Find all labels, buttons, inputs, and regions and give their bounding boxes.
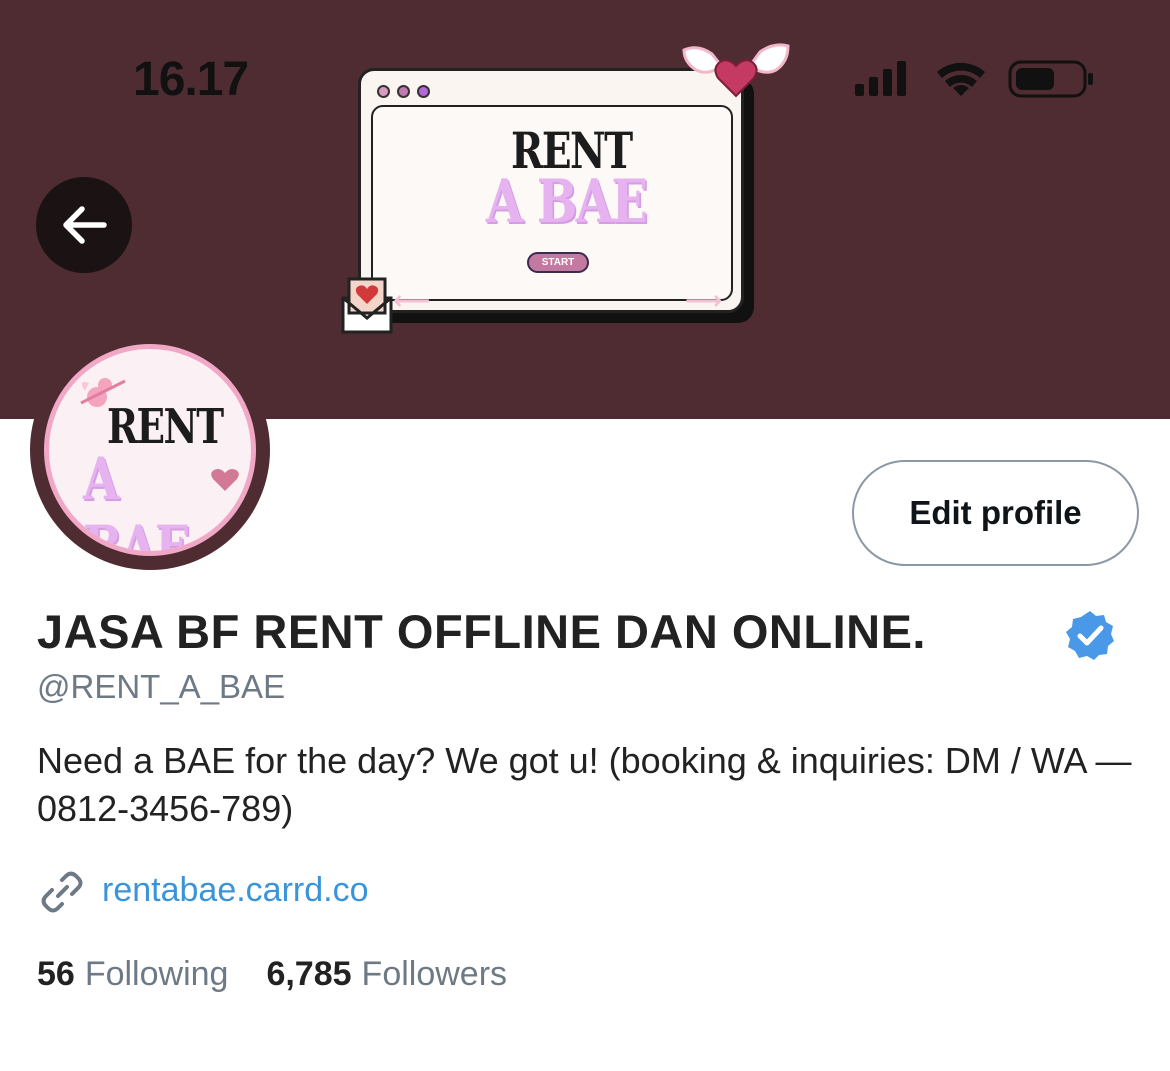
profile-website-link[interactable]: rentabae.carrd.co	[102, 871, 369, 910]
back-arrow-icon	[63, 206, 107, 244]
profile-bio: Need a BAE for the day? We got u! (booki…	[37, 740, 1132, 829]
love-letter-icon	[341, 277, 393, 334]
profile-name: JASA BF RENT OFFLINE DAN ONLINE.	[37, 605, 926, 658]
status-time: 16.17	[133, 53, 249, 106]
following-label: Following	[84, 955, 229, 993]
status-icons	[855, 60, 1093, 98]
signal-icon	[855, 61, 906, 96]
link-icon	[41, 871, 83, 913]
followers-stat[interactable]: 6,785 Followers	[266, 955, 507, 994]
art-right-arrow-icon: ⟶	[685, 285, 723, 315]
edit-profile-button[interactable]: Edit profile	[852, 460, 1139, 566]
banner-art-window: RENT A BAE ⟵ ⟶ START	[358, 68, 744, 315]
avatar[interactable]: RENT A BAE	[44, 344, 256, 556]
art-left-arrow-icon: ⟵	[393, 285, 431, 315]
following-count: 56	[37, 955, 75, 993]
profile-handle: @RENT_A_BAE	[37, 668, 286, 705]
window-dot	[397, 85, 410, 98]
following-stat[interactable]: 56 Following	[37, 955, 228, 994]
art-logo-bae: A BAE	[486, 167, 648, 237]
wifi-icon	[937, 62, 985, 96]
window-dot	[417, 85, 430, 98]
back-button[interactable]	[36, 177, 132, 273]
followers-count: 6,785	[266, 955, 352, 993]
followers-label: Followers	[361, 955, 508, 993]
verified-badge-icon	[1066, 611, 1114, 660]
art-start-button: START	[527, 252, 589, 273]
follow-stats: 56 Following 6,785 Followers	[37, 955, 507, 994]
window-dot	[377, 85, 390, 98]
battery-icon	[1008, 60, 1093, 98]
heart-wings-icon	[682, 43, 790, 98]
avatar-logo-bae: A BAE	[83, 445, 190, 556]
arrow-heart-icon	[211, 469, 239, 491]
